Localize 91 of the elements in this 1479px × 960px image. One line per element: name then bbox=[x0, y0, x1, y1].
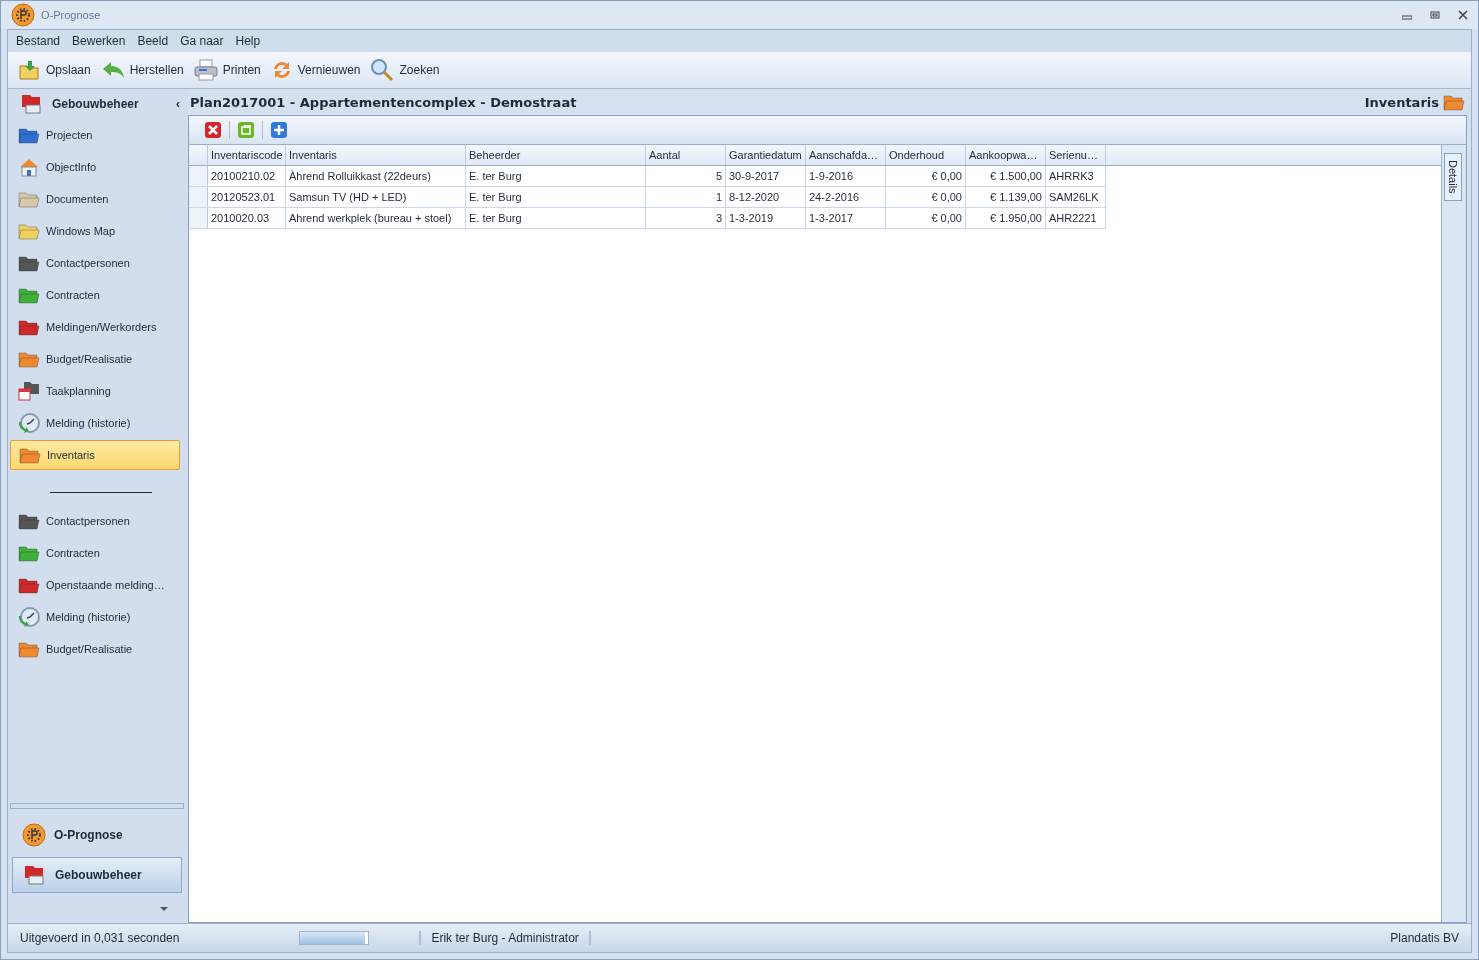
sidebar-item[interactable]: Budget/Realisatie bbox=[10, 634, 180, 664]
table-cell: Samsun TV (HD + LED) bbox=[286, 187, 466, 208]
toolbar-button[interactable]: Herstellen bbox=[95, 61, 189, 79]
house-icon bbox=[18, 157, 40, 177]
table-cell: € 0,00 bbox=[886, 187, 966, 208]
search-icon bbox=[370, 58, 395, 82]
table-cell: E. ter Burg bbox=[466, 166, 646, 187]
table-cell: AHRRK3 bbox=[1046, 166, 1106, 187]
building-icon bbox=[23, 864, 47, 886]
page-title: Plan2017001 - Appartementencomplex - Demostraat bbox=[190, 94, 577, 110]
window-title: O-Prognose bbox=[41, 9, 101, 21]
table-cell: € 0,00 bbox=[886, 166, 966, 187]
toolbar-button[interactable]: Printen bbox=[188, 59, 266, 81]
toolbar-button[interactable]: Zoeken bbox=[365, 58, 445, 82]
sidebar-item[interactable]: Melding (historie) bbox=[10, 602, 180, 632]
table-cell: 24-2-2016 bbox=[806, 187, 886, 208]
module-button[interactable]: O-Prognose bbox=[12, 817, 182, 853]
table-cell: E. ter Burg bbox=[466, 208, 646, 229]
module-button[interactable]: Gebouwbeheer bbox=[12, 857, 182, 893]
sidebar-item[interactable]: Openstaande melding… bbox=[10, 570, 180, 600]
sidebar-item[interactable]: Taakplanning bbox=[10, 376, 180, 406]
table-cell: 5 bbox=[646, 166, 726, 187]
table-cell: € 1.500,00 bbox=[966, 166, 1046, 187]
delete-icon[interactable] bbox=[205, 122, 221, 138]
clock-icon bbox=[18, 412, 40, 434]
sidebar-item[interactable]: Budget/Realisatie bbox=[10, 344, 180, 374]
menu-item[interactable]: Bewerken bbox=[66, 34, 132, 48]
column-header[interactable]: Inventaris bbox=[286, 145, 466, 165]
table-cell: 20100210.02 bbox=[208, 166, 286, 187]
table-cell: 1-3-2017 bbox=[806, 208, 886, 229]
column-header[interactable]: Serienu… bbox=[1046, 145, 1106, 165]
section-title: Inventaris bbox=[1364, 94, 1439, 110]
table-cell: 2010020.03 bbox=[208, 208, 286, 229]
table-cell: 30-9-2017 bbox=[726, 166, 806, 187]
table-cell: 1-9-2016 bbox=[806, 166, 886, 187]
sidebar-item[interactable]: Inventaris bbox=[10, 440, 180, 470]
sidebar-title: Gebouwbeheer bbox=[52, 97, 139, 111]
collapse-button[interactable]: ‹ bbox=[176, 97, 180, 111]
column-header[interactable]: Beheerder bbox=[466, 145, 646, 165]
table-cell: 1-3-2019 bbox=[726, 208, 806, 229]
menu-item[interactable]: Beeld bbox=[131, 34, 175, 48]
table-cell: € 0,00 bbox=[886, 208, 966, 229]
table-cell: 1 bbox=[646, 187, 726, 208]
sidebar-item[interactable]: Contracten bbox=[10, 280, 180, 310]
folder-arrow-icon bbox=[19, 60, 41, 80]
status-message: Uitgevoerd in 0,031 seconden bbox=[20, 931, 180, 945]
sidebar-item[interactable]: Contracten bbox=[10, 538, 180, 568]
status-company: Plandatis BV bbox=[1390, 931, 1459, 945]
details-tab[interactable]: Details bbox=[1444, 153, 1462, 201]
sidebar-item[interactable]: Meldingen/Werkorders bbox=[10, 312, 180, 342]
sidebar-item[interactable]: Documenten bbox=[10, 184, 180, 214]
column-header[interactable]: Garantiedatum bbox=[726, 145, 806, 165]
printer-icon bbox=[193, 59, 218, 81]
sidebar-item[interactable]: Contactpersonen bbox=[10, 506, 180, 536]
toolbar-button[interactable]: Vernieuwen bbox=[265, 59, 366, 81]
building-icon bbox=[20, 93, 44, 115]
add-icon[interactable] bbox=[271, 122, 287, 138]
window-icon[interactable] bbox=[238, 122, 254, 138]
dropdown-arrow-icon[interactable] bbox=[160, 907, 168, 911]
column-header[interactable]: Aanschafda… bbox=[806, 145, 886, 165]
calendar-icon bbox=[18, 381, 40, 401]
folder-icon bbox=[1443, 93, 1465, 111]
table-cell: AHR2221 bbox=[1046, 208, 1106, 229]
column-header[interactable]: Aankoopwa… bbox=[966, 145, 1046, 165]
table-cell: SAM26LK bbox=[1046, 187, 1106, 208]
menu-item[interactable]: Ga naar bbox=[174, 34, 230, 48]
table-cell: E. ter Burg bbox=[466, 187, 646, 208]
column-header[interactable]: Inventariscode bbox=[208, 145, 286, 165]
menu-item[interactable]: Help bbox=[229, 34, 267, 48]
sidebar-item[interactable]: Projecten bbox=[10, 120, 180, 150]
sidebar-item[interactable]: Windows Map bbox=[10, 216, 180, 246]
clock-icon bbox=[18, 606, 40, 628]
table-cell: € 1.139,00 bbox=[966, 187, 1046, 208]
table-cell: 3 bbox=[646, 208, 726, 229]
menu-item[interactable]: Bestand bbox=[10, 34, 67, 48]
toolbar-button[interactable]: Opslaan bbox=[14, 60, 96, 80]
sidebar-item[interactable]: Melding (historie) bbox=[10, 408, 180, 438]
sidebar-item[interactable]: Contactpersonen bbox=[10, 248, 180, 278]
status-user: Erik ter Burg - Administrator bbox=[419, 931, 591, 945]
sidebar-item[interactable]: ObjectInfo bbox=[10, 152, 180, 182]
restore-icon[interactable] bbox=[1430, 10, 1440, 20]
prognose-logo-icon bbox=[22, 823, 46, 847]
column-header[interactable]: Aantal bbox=[646, 145, 726, 165]
close-icon[interactable] bbox=[1458, 10, 1468, 20]
table-cell: Àhrend Rolluikkast (22deurs) bbox=[286, 166, 466, 187]
table-cell: Ahrend werkplek (bureau + stoel) bbox=[286, 208, 466, 229]
column-header[interactable]: Onderhoud bbox=[886, 145, 966, 165]
prognose-logo-icon bbox=[11, 3, 35, 27]
table-cell: 20120523.01 bbox=[208, 187, 286, 208]
table-cell: € 1.950,00 bbox=[966, 208, 1046, 229]
table-cell: 8-12-2020 bbox=[726, 187, 806, 208]
